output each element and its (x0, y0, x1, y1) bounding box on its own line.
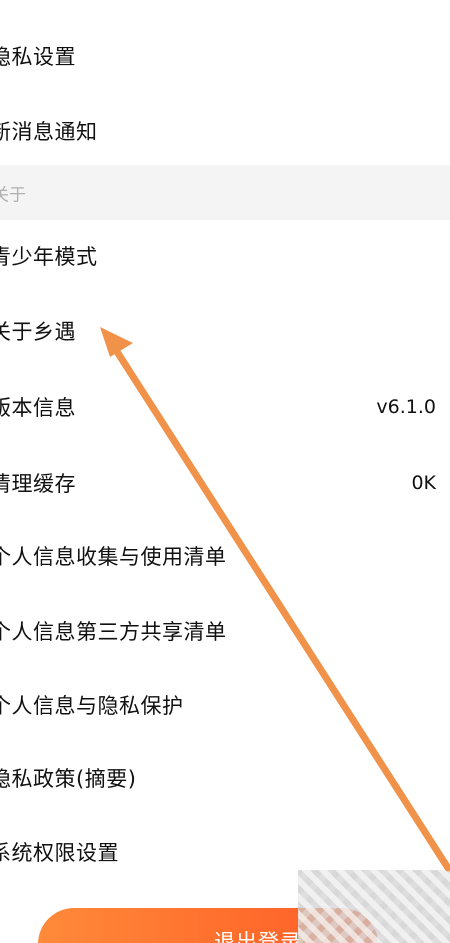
settings-item-privacy-protection[interactable]: 个人信息与隐私保护 (0, 667, 450, 742)
settings-item-label: 关于乡遇 (0, 319, 76, 344)
settings-item-label: 个人信息第三方共享清单 (0, 619, 227, 644)
settings-item-privacy-policy-summary[interactable]: 隐私政策(摘要) (0, 740, 450, 815)
settings-item-label: 清理缓存 (0, 471, 76, 496)
settings-item-privacy[interactable]: 隐私设置 (0, 18, 450, 93)
settings-item-label: 版本信息 (0, 395, 76, 420)
settings-item-teen-mode[interactable]: 青少年模式 (0, 218, 450, 293)
settings-item-clear-cache[interactable]: 清理缓存 0K (0, 445, 450, 520)
cache-size-value: 0K (411, 471, 436, 494)
settings-item-label: 新消息通知 (0, 119, 98, 144)
settings-item-label: 个人信息收集与使用清单 (0, 544, 227, 569)
watermark-mosaic (298, 870, 450, 943)
settings-item-notifications[interactable]: 新消息通知 (0, 93, 450, 168)
settings-item-label: 隐私政策(摘要) (0, 766, 137, 791)
settings-item-info-collection-list[interactable]: 个人信息收集与使用清单 (0, 518, 450, 593)
settings-item-about-app[interactable]: 关于乡遇 › (0, 293, 450, 368)
settings-item-version[interactable]: 版本信息 v6.1.0 (0, 369, 450, 444)
version-value: v6.1.0 (376, 395, 436, 418)
settings-item-third-party-sharing-list[interactable]: 个人信息第三方共享清单 (0, 593, 450, 668)
settings-item-label: 青少年模式 (0, 244, 98, 269)
settings-screen: 隐私设置 新消息通知 关于 青少年模式 关于乡遇 › 版本信息 v6.1.0 清… (0, 0, 450, 943)
settings-item-label: 隐私设置 (0, 44, 76, 69)
settings-item-label: 个人信息与隐私保护 (0, 693, 184, 718)
section-header-about: 关于 (0, 165, 450, 220)
settings-item-label: 系统权限设置 (0, 840, 119, 865)
section-header-label: 关于 (0, 185, 26, 205)
